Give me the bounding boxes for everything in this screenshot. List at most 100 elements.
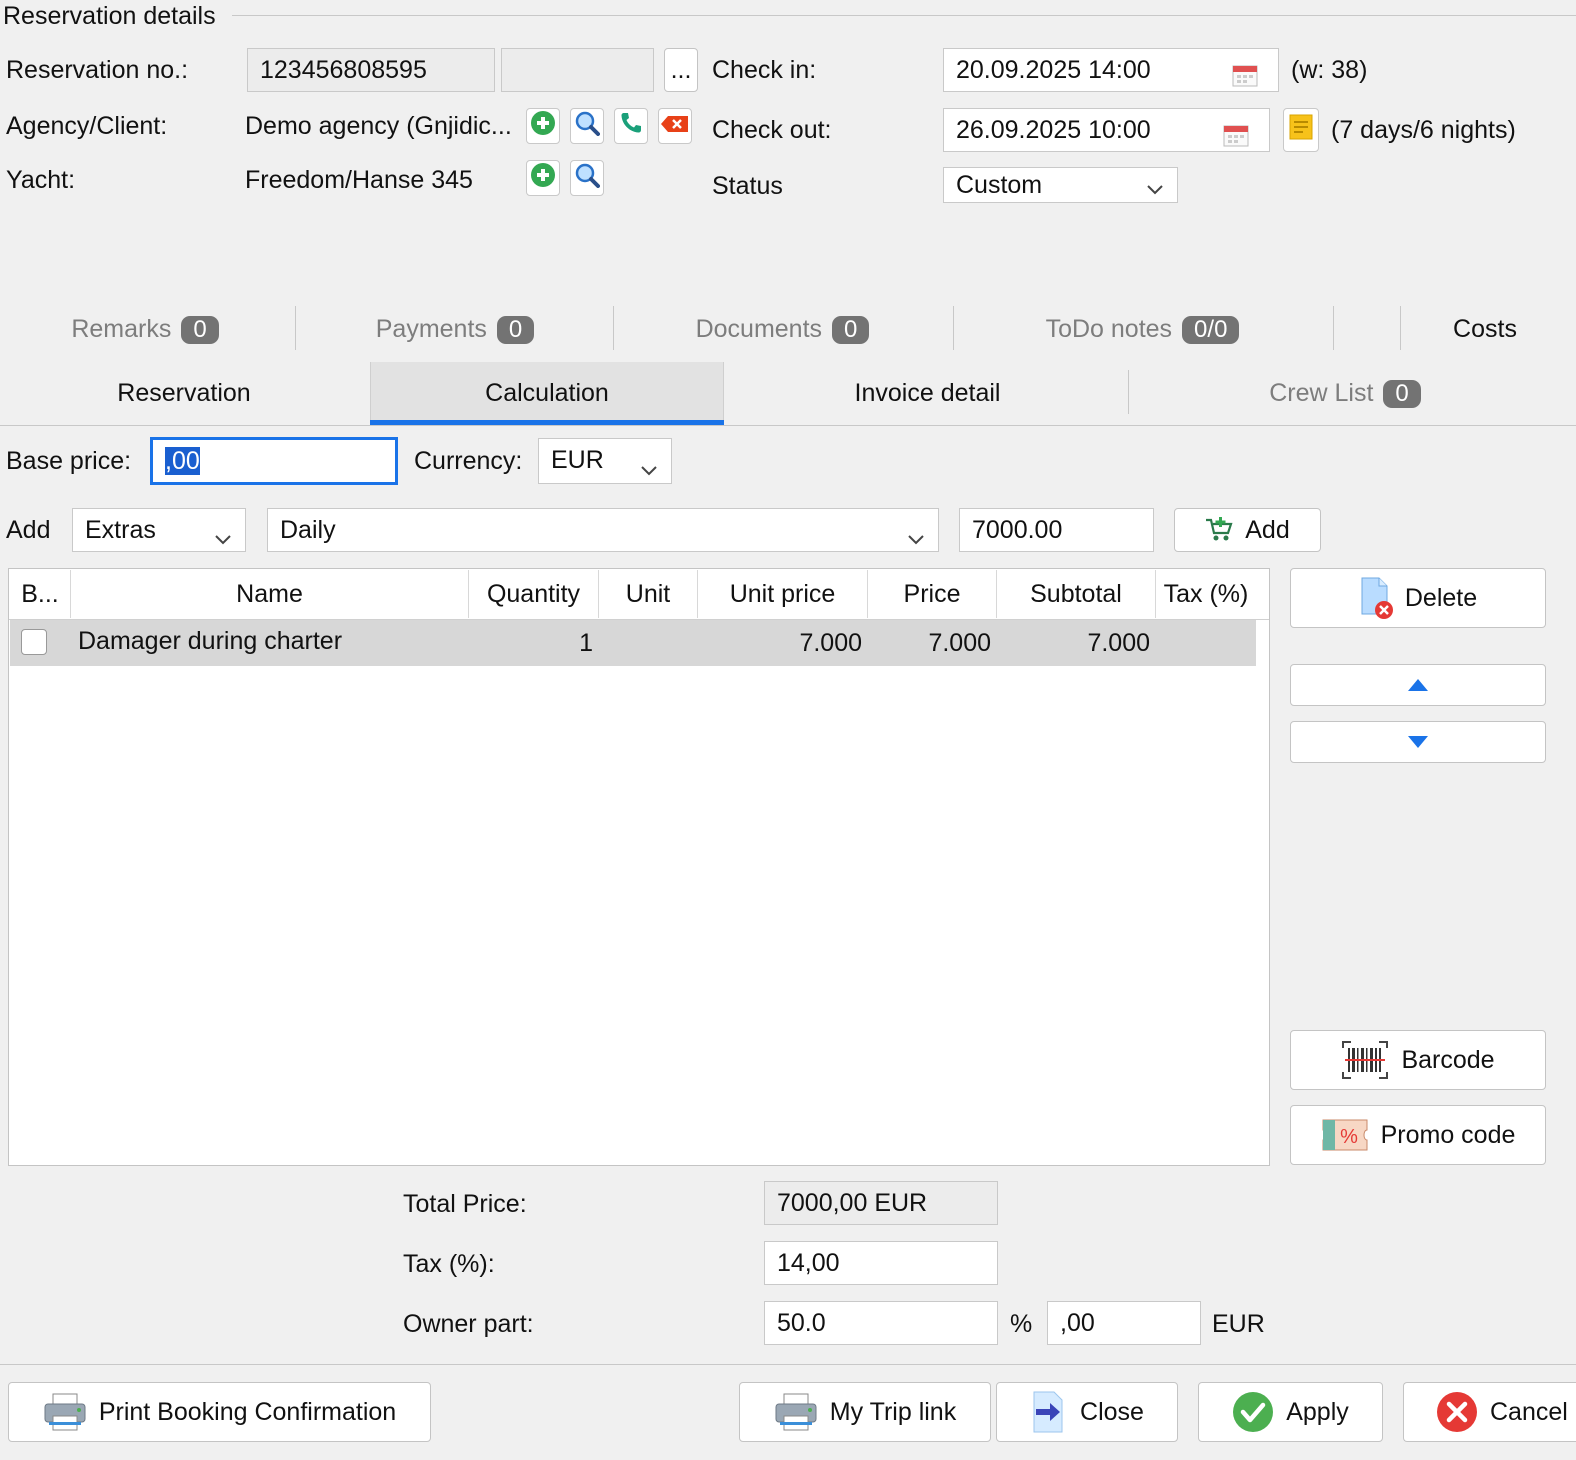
delete-button[interactable]: Delete [1290, 568, 1546, 628]
tab-reservation[interactable]: Reservation [0, 362, 368, 424]
print-booking-confirmation-button[interactable]: Print Booking Confirmation [8, 1382, 431, 1442]
owner-amount-input[interactable]: ,00 [1047, 1301, 1201, 1345]
reservation-no-extra-field[interactable] [501, 48, 654, 92]
currency-select[interactable]: EUR [538, 438, 672, 484]
move-down-button[interactable] [1290, 721, 1546, 763]
search-icon [574, 162, 600, 195]
move-up-button[interactable] [1290, 664, 1546, 706]
tab-remarks[interactable]: Remarks 0 [20, 306, 270, 352]
add-type-select[interactable]: Extras [72, 508, 246, 552]
column-header-unit[interactable]: Unit [599, 570, 698, 618]
row-price: 7.000 [928, 629, 991, 657]
tab-separator [953, 306, 954, 350]
tab-documents[interactable]: Documents 0 [650, 306, 915, 352]
barcode-icon [1341, 1040, 1389, 1080]
checkout-field[interactable]: 26.09.2025 10:00 [943, 108, 1270, 152]
tab-crew-label: Crew List [1269, 379, 1374, 407]
add-amount-input[interactable]: 7000.00 [959, 508, 1154, 552]
erase-icon [660, 112, 690, 141]
total-price-label: Total Price: [403, 1190, 527, 1218]
percent-sign: % [1010, 1310, 1033, 1338]
total-price-field: 7000,00 EUR [764, 1181, 998, 1225]
column-header-subtotal[interactable]: Subtotal [997, 570, 1156, 618]
checkin-value: 20.09.2025 14:00 [956, 56, 1151, 84]
base-price-label: Base price: [6, 447, 132, 475]
calendar-icon[interactable] [1223, 118, 1249, 151]
add-circle-icon [530, 110, 556, 143]
status-label: Status [712, 172, 783, 200]
barcode-button[interactable]: Barcode [1290, 1030, 1546, 1090]
base-price-input[interactable]: ,00 [150, 437, 398, 485]
yacht-label: Yacht: [6, 166, 76, 194]
column-header-unit-price[interactable]: Unit price [698, 570, 868, 618]
chevron-down-icon [639, 451, 659, 483]
crew-count-badge: 0 [1383, 380, 1421, 409]
add-button-label: Add [1245, 515, 1290, 544]
tabs-baseline [0, 425, 1576, 426]
column-header-name[interactable]: Name [71, 570, 469, 618]
column-header-quantity[interactable]: Quantity [469, 570, 599, 618]
tab-calculation[interactable]: Calculation [370, 362, 724, 424]
close-button[interactable]: Close [996, 1382, 1178, 1442]
cancel-circle-icon [1436, 1391, 1478, 1433]
close-button-label: Close [1080, 1397, 1144, 1426]
yacht-value: Freedom/Hanse 345 [245, 166, 473, 194]
tab-costs-label: Costs [1453, 315, 1517, 343]
add-agency-button[interactable] [526, 108, 560, 144]
reservation-no-field[interactable]: 123456808595 [247, 48, 495, 92]
more-label: ... [670, 55, 692, 84]
status-value: Custom [956, 171, 1043, 199]
chevron-down-icon [906, 520, 926, 551]
arrow-up-icon [1406, 671, 1430, 700]
printer-icon [774, 1392, 818, 1432]
add-button[interactable]: Add [1174, 508, 1321, 552]
chevron-down-icon [213, 520, 233, 551]
row-checkbox[interactable] [21, 629, 47, 655]
add-label: Add [6, 516, 51, 544]
tax-label: Tax (%): [403, 1250, 495, 1278]
documents-count-badge: 0 [832, 316, 870, 345]
owner-currency-label: EUR [1212, 1310, 1265, 1338]
status-select[interactable]: Custom [943, 167, 1178, 203]
checkin-label: Check in: [712, 56, 817, 84]
my-trip-link-button[interactable]: My Trip link [739, 1382, 991, 1442]
window-title: Reservation details [3, 2, 216, 30]
currency-value: EUR [551, 446, 604, 474]
note-button[interactable] [1283, 108, 1319, 152]
promo-code-button[interactable]: % Promo code [1290, 1105, 1546, 1165]
tab-invoice-detail[interactable]: Invoice detail [730, 362, 1125, 424]
call-agency-button[interactable] [614, 108, 648, 144]
tab-crew-list[interactable]: Crew List 0 [1135, 362, 1555, 424]
add-yacht-button[interactable] [526, 160, 560, 196]
remove-agency-button[interactable] [658, 108, 692, 144]
tab-separator [1333, 306, 1334, 350]
search-yacht-button[interactable] [570, 160, 604, 196]
tab-todo-notes[interactable]: ToDo notes 0/0 [1000, 306, 1285, 352]
add-item-value: Daily [280, 516, 336, 544]
more-button[interactable]: ... [664, 48, 698, 92]
base-price-value: ,00 [165, 447, 200, 475]
apply-button[interactable]: Apply [1198, 1382, 1383, 1442]
duration-label: (7 days/6 nights) [1331, 116, 1516, 144]
phone-icon [619, 111, 643, 142]
add-item-select[interactable]: Daily [267, 508, 939, 552]
search-agency-button[interactable] [570, 108, 604, 144]
reservation-no-label: Reservation no.: [6, 56, 189, 84]
owner-percent-input[interactable]: 50.0 [764, 1301, 998, 1345]
todo-count-badge: 0/0 [1182, 316, 1240, 345]
promo-ticket-icon: % [1321, 1118, 1369, 1152]
column-header-b[interactable]: B... [10, 570, 71, 618]
exit-arrow-icon [1030, 1390, 1068, 1434]
tab-payments[interactable]: Payments 0 [330, 306, 580, 352]
cancel-button[interactable]: Cancel [1403, 1382, 1576, 1442]
calendar-icon[interactable] [1232, 58, 1258, 91]
tab-calculation-label: Calculation [485, 379, 609, 407]
tab-costs[interactable]: Costs [1420, 306, 1550, 352]
column-header-price[interactable]: Price [868, 570, 997, 618]
column-header-tax[interactable]: Tax (%) [1156, 570, 1256, 618]
tab-separator [613, 306, 614, 350]
tax-input[interactable]: 14,00 [764, 1241, 998, 1285]
search-icon [574, 110, 600, 143]
checkin-field[interactable]: 20.09.2025 14:00 [943, 48, 1279, 92]
row-tax [1156, 620, 1250, 666]
